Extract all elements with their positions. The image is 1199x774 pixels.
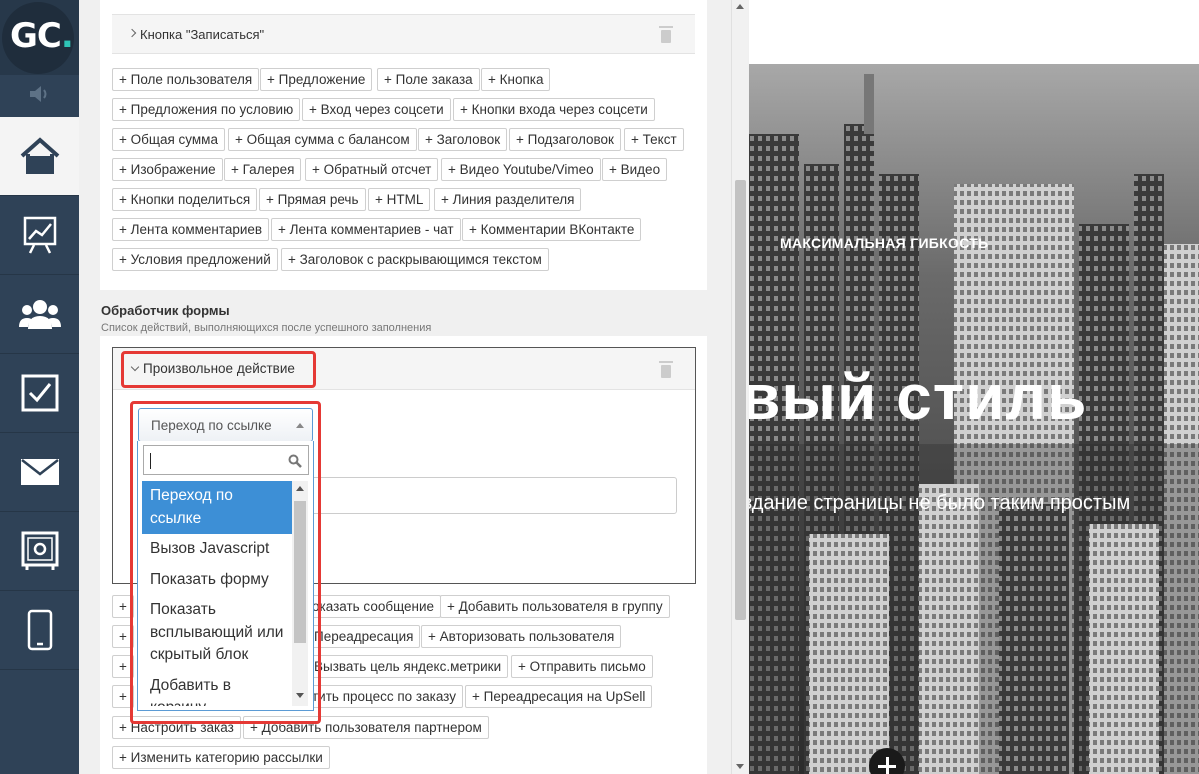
chip-button[interactable]: + Отправить письмо [511,655,653,678]
safe-icon [21,531,58,570]
scroll-down-icon[interactable] [736,764,744,769]
chip-button[interactable]: + Обратный отсчет [305,158,439,181]
page-preview: МАКСИМАЛЬНАЯ ГИБКОСТЬ вый стиль здание с… [749,0,1199,774]
sidebar-item-home[interactable] [0,117,79,196]
url-input[interactable] [299,477,677,514]
chip-button[interactable]: + Вход через соцсети [302,98,451,121]
chip-button[interactable]: + Добавить пользователя в группу [440,595,670,618]
home-icon [20,137,59,174]
chip-button[interactable]: оказать сообщение [300,595,442,618]
sidebar-item-sales[interactable] [0,512,79,591]
chip-button[interactable]: + Общая сумма [112,128,225,151]
chip-button[interactable]: + Линия разделителя [434,188,582,211]
scroll-up-icon[interactable] [736,4,744,9]
chip-button[interactable]: + Кнопки входа через соцсети [453,98,655,121]
preview-subline: здание страницы не было таким простым [749,492,1131,514]
sidebar-item-users[interactable] [0,275,79,354]
block-label: Кнопка "Записаться" [140,27,265,42]
chip-button[interactable]: + Прямая речь [259,188,366,211]
users-icon [18,300,61,329]
chip-button[interactable]: + Лента комментариев - чат [271,218,461,241]
chip-button[interactable]: + Лента комментариев [112,218,270,241]
scroll-thumb[interactable] [735,180,746,620]
chip-button[interactable]: + Изображение [112,158,223,181]
logo-text: GC. [10,16,74,56]
chip-button[interactable]: + Текст [624,128,684,151]
chip-button[interactable]: + Поле заказа [377,68,480,91]
logo[interactable]: GC. [0,0,79,75]
chip-button[interactable]: + Условия предложений [112,248,278,271]
chip-button[interactable]: + HTML [368,188,431,211]
trash-icon[interactable] [659,361,673,378]
chip-button[interactable]: + Кнопки поделиться [112,188,258,211]
panel-scrollbar[interactable] [731,0,748,774]
chip-button[interactable]: + Кнопка [481,68,551,91]
speaker-icon[interactable] [28,84,50,104]
chip-button[interactable]: + Видео [602,158,668,181]
sidebar-item-mobile[interactable] [0,591,79,670]
chip-button[interactable]: + Общая сумма с балансом [228,128,417,151]
chip-button[interactable]: + Поле пользователя [112,68,260,91]
mobile-icon [27,609,52,651]
chip-button[interactable]: + Подзаголовок [509,128,621,151]
chip-button[interactable]: + Галерея [224,158,302,181]
chart-icon [23,216,56,254]
sidebar-item-tasks[interactable] [0,354,79,433]
chip-button[interactable]: + Заголовок с раскрывающимся текстом [281,248,549,271]
chip-button[interactable]: + Предложения по условию [112,98,301,121]
chip-button[interactable]: + Изменить категорию рассылки [112,746,330,769]
chip-button[interactable]: Вызвать цель яндекс.метрики [300,655,509,678]
sidebar-item-mail[interactable] [0,433,79,512]
chip-button[interactable]: + Переадресация на UpSell [465,685,653,708]
highlight-frame [121,351,316,388]
preview-tagline: МАКСИМАЛЬНАЯ ГИБКОСТЬ [780,235,989,251]
section-title: Обработчик формы [101,303,230,318]
checkbox-icon [21,374,58,412]
trash-icon[interactable] [659,26,673,43]
chip-button[interactable]: + Заголовок [418,128,508,151]
chip-button[interactable]: + Предложение [260,68,373,91]
chip-button[interactable]: + Комментарии ВКонтакте [462,218,642,241]
mail-icon [20,459,59,485]
preview-headline: вый стиль [749,361,1088,433]
highlight-frame [130,401,321,724]
section-subtitle: Список действий, выполняющихся после усп… [101,322,432,334]
chip-button[interactable]: + Авторизовать пользователя [421,625,622,648]
chip-button[interactable]: тить процесс по заказу [300,685,463,708]
chip-button[interactable]: + Видео Youtube/Vimeo [441,158,601,181]
sidebar: GC. [0,0,79,774]
block-row[interactable]: Кнопка "Записаться" [112,14,695,54]
chevron-right-icon [127,28,137,38]
sidebar-item-stats[interactable] [0,196,79,275]
